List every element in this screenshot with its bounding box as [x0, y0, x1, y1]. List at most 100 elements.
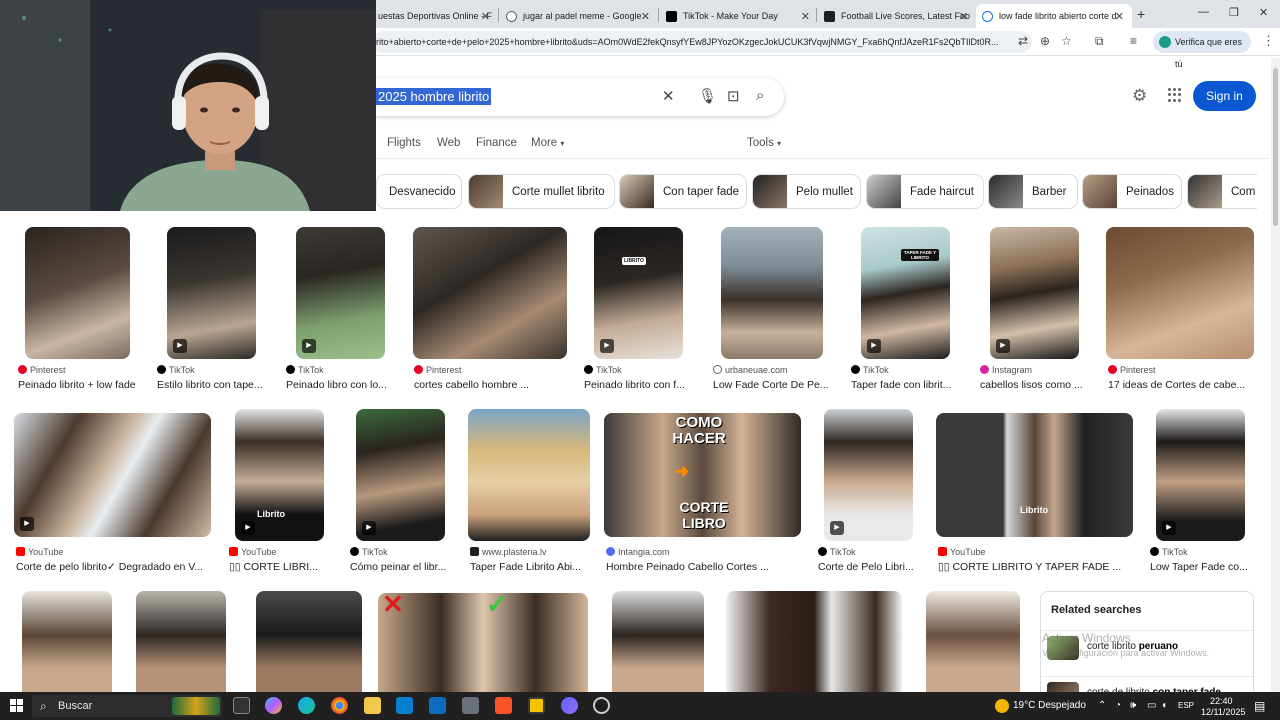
browser-tab[interactable]: jugar al padel meme - Google ✕: [500, 4, 658, 28]
result-title[interactable]: Taper Fade Librito Abi...: [470, 561, 592, 573]
obs-icon[interactable]: [593, 697, 610, 714]
volume-icon[interactable]: 🕪︎: [1130, 692, 1136, 720]
browser-menu-icon[interactable]: ⋮: [1262, 33, 1275, 49]
result-thumbnail[interactable]: [22, 591, 112, 701]
tools-button[interactable]: Tools ▾: [747, 137, 781, 149]
result-title[interactable]: Estilo librito con tape...: [157, 379, 270, 391]
result-title[interactable]: Low Fade Corte De Pe...: [713, 379, 837, 391]
result-thumbnail[interactable]: Librito: [936, 413, 1133, 537]
image-result[interactable]: Pinterest cortes cabello hombre ...: [412, 227, 568, 393]
filter-web[interactable]: Web: [437, 137, 460, 149]
close-tab-icon[interactable]: ✕: [1115, 10, 1124, 23]
image-result[interactable]: YouTube Corte de pelo librito✓ Degradado…: [14, 409, 214, 575]
result-title[interactable]: Corte de pelo librito✓ Degradado en V...: [16, 561, 212, 573]
outlook-icon[interactable]: [429, 697, 446, 714]
image-search-icon[interactable]: ⊡: [727, 87, 740, 105]
notifications-icon[interactable]: ▤: [1254, 692, 1265, 720]
wifi-icon[interactable]: ◔: [1115, 692, 1121, 720]
result-title[interactable]: Peinado libro con lo...: [286, 379, 398, 391]
image-result[interactable]: TAPER FADE Y LIBRITO TikTok Taper fade c…: [849, 227, 963, 393]
result-thumbnail[interactable]: [926, 591, 1020, 701]
tray-chevron-icon[interactable]: ⌃: [1098, 692, 1106, 720]
image-result[interactable]: [926, 591, 1022, 701]
result-thumbnail[interactable]: [468, 409, 590, 541]
browser-tab-active[interactable]: low fade librito abierto corte d ✕: [976, 4, 1132, 28]
scrollbar-thumb[interactable]: [1273, 68, 1278, 226]
result-thumbnail[interactable]: [136, 591, 226, 701]
task-view-icon[interactable]: [233, 697, 250, 714]
close-tab-icon[interactable]: ✕: [959, 10, 968, 23]
search-box[interactable]: 2025 hombre librito ✕ 🎙︎ ⊡ ⌕: [376, 78, 784, 116]
battery-icon[interactable]: ▭: [1147, 692, 1156, 720]
zoom-icon[interactable]: ⊕: [1040, 34, 1050, 48]
google-apps-icon[interactable]: [1168, 88, 1182, 102]
result-thumbnail[interactable]: [25, 227, 130, 359]
clear-search-icon[interactable]: ✕: [662, 87, 675, 105]
image-result[interactable]: LIBRITO TikTok Peinado librito con f...: [582, 227, 696, 393]
weather-label[interactable]: 19°C Despejado: [1013, 692, 1086, 720]
result-thumbnail[interactable]: [1156, 409, 1245, 541]
maximize-icon[interactable]: ❐: [1229, 6, 1239, 19]
edge-icon[interactable]: [298, 697, 315, 714]
image-result[interactable]: urbaneuae.com Low Fade Corte De Pe...: [711, 227, 837, 393]
image-result[interactable]: Librito YouTube ▯▯ CORTE LIBRI...: [227, 409, 337, 575]
filter-finance[interactable]: Finance: [476, 137, 517, 149]
photos-icon[interactable]: [462, 697, 479, 714]
settings-gear-icon[interactable]: ⚙: [1132, 86, 1147, 106]
result-thumbnail[interactable]: [413, 227, 567, 359]
weather-sun-icon[interactable]: [995, 699, 1009, 713]
image-result[interactable]: [726, 591, 904, 701]
result-title[interactable]: cabellos lisos como ...: [980, 379, 1092, 391]
result-thumbnail[interactable]: TAPER FADE Y LIBRITO: [861, 227, 950, 359]
minimize-icon[interactable]: —: [1198, 6, 1209, 18]
address-bar[interactable]: rito+abierto+corte+de+pelo+2025+hombre+l…: [372, 31, 1032, 53]
result-thumbnail[interactable]: [256, 591, 362, 701]
filter-flights[interactable]: Flights: [387, 137, 421, 149]
chip-pelo-mullet[interactable]: Pelo mullet: [752, 174, 861, 209]
search-icon[interactable]: ⌕: [756, 87, 764, 104]
result-title[interactable]: Taper fade con librit...: [851, 379, 955, 391]
chip-com[interactable]: Com: [1187, 174, 1257, 209]
result-title[interactable]: cortes cabello hombre ...: [414, 379, 568, 391]
result-thumbnail[interactable]: LIBRITO: [594, 227, 683, 359]
result-title[interactable]: ▯▯ CORTE LIBRITO Y TAPER FADE ...: [938, 561, 1134, 573]
image-result[interactable]: COMO HACER ➜ CORTE LIBRO Intangia.com Ho…: [604, 409, 804, 575]
result-thumbnail[interactable]: [167, 227, 256, 359]
sign-in-button[interactable]: Sign in: [1193, 81, 1256, 111]
close-window-icon[interactable]: ✕: [1259, 6, 1268, 19]
result-thumbnail[interactable]: [990, 227, 1079, 359]
image-result[interactable]: Pinterest 17 ideas de Cortes de cabe...: [1106, 227, 1256, 393]
close-tab-icon[interactable]: ✕: [641, 10, 650, 23]
taskbar-search-box[interactable]: ⌕ Buscar: [32, 695, 222, 717]
result-title[interactable]: 17 ideas de Cortes de cabe...: [1108, 379, 1256, 391]
result-thumbnail[interactable]: [296, 227, 385, 359]
store-icon[interactable]: [396, 697, 413, 714]
browser-tab[interactable]: uestas Deportivas Online - F ✕: [372, 4, 498, 28]
image-result[interactable]: Instagram cabellos lisos como ...: [978, 227, 1092, 393]
discord-icon[interactable]: [561, 697, 578, 714]
image-result[interactable]: TikTok Peinado libro con lo...: [284, 227, 398, 393]
windows-start-icon[interactable]: [10, 699, 23, 712]
verify-profile-button[interactable]: Verifica que eres tú: [1153, 31, 1251, 69]
result-title[interactable]: Peinado librito con f...: [584, 379, 696, 391]
chip-peinados[interactable]: Peinados: [1082, 174, 1182, 209]
result-thumbnail[interactable]: [726, 591, 902, 701]
chip-con-taper-fade[interactable]: Con taper fade: [619, 174, 747, 209]
bookmark-star-icon[interactable]: ☆: [1061, 34, 1072, 48]
chip-barber[interactable]: Barber: [988, 174, 1078, 209]
browser-tab[interactable]: TikTok - Make Your Day ✕: [660, 4, 818, 28]
image-result[interactable]: TikTok Cómo peinar el libr...: [348, 409, 454, 575]
result-thumbnail[interactable]: COMO HACER ➜ CORTE LIBRO: [604, 413, 801, 537]
result-thumbnail[interactable]: [356, 409, 445, 541]
extensions-icon[interactable]: ⧉: [1095, 34, 1104, 49]
close-tab-icon[interactable]: ✕: [801, 10, 810, 23]
image-result[interactable]: [612, 591, 706, 701]
image-result[interactable]: Librito YouTube ▯▯ CORTE LIBRITO Y TAPER…: [936, 409, 1136, 575]
file-explorer-icon[interactable]: [364, 697, 381, 714]
copilot-icon[interactable]: [265, 697, 282, 714]
result-title[interactable]: Cómo peinar el libr...: [350, 561, 454, 573]
speaker-icon[interactable]: ◖: [1161, 692, 1167, 720]
image-result[interactable]: TikTok Low Taper Fade co...: [1148, 409, 1258, 575]
language-indicator[interactable]: ESP: [1178, 692, 1194, 720]
page-scrollbar[interactable]: [1271, 58, 1280, 692]
